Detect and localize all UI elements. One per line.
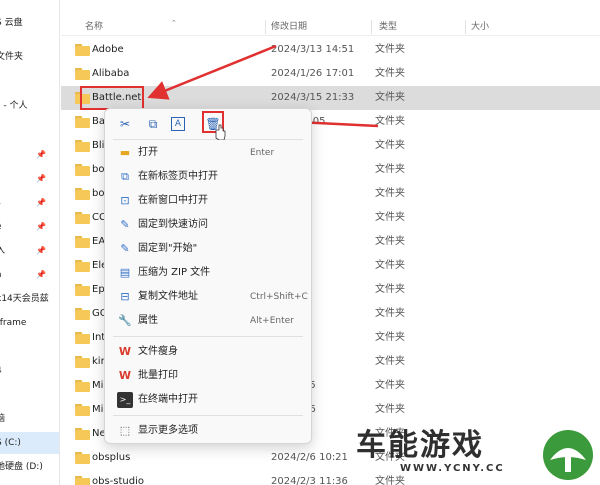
menu-label: 压缩为 ZIP 文件 [138, 267, 211, 278]
menu-item-compress-zip[interactable]: ▤ 压缩为 ZIP 文件 [105, 261, 311, 285]
pin-icon: ✎ [120, 218, 130, 231]
arrow-to-battlenet [147, 44, 277, 100]
copy-icon[interactable]: ⧉ [141, 113, 165, 135]
menu-label: 显示更多选项 [138, 425, 198, 436]
terminal-icon: >_ [117, 392, 133, 408]
menu-shortcut: Alt+Enter [250, 316, 294, 326]
copy-path-icon: ⊟ [120, 290, 130, 303]
menu-item-file-slim[interactable]: W 文件瘦身 [105, 340, 311, 364]
menu-shortcut: Ctrl+Shift+C [250, 292, 308, 302]
menu-item-batch-print[interactable]: W 批量打印 [105, 364, 311, 388]
watermark: 车能游戏 WWW.YCNY.CC [356, 428, 600, 485]
menu-item-open-terminal[interactable]: >_ 在终端中打开 [105, 388, 311, 412]
zip-icon: ▤ [119, 266, 131, 279]
watermark-text: 车能游戏 [356, 428, 484, 463]
wrench-icon: 🔧 [118, 314, 132, 327]
cut-icon[interactable]: ✂ [113, 113, 137, 135]
menu-label: 文件瘦身 [138, 346, 178, 357]
menu-label: 批量打印 [138, 370, 178, 381]
menu-label: 固定到快速访问 [138, 219, 208, 230]
mouse-cursor-icon [215, 124, 226, 140]
menu-item-open-new-tab[interactable]: ⧉ 在新标签页中打开 [105, 165, 311, 189]
menu-item-pin-start[interactable]: ✎ 固定到"开始" [105, 237, 311, 261]
rename-icon[interactable]: A [171, 117, 185, 131]
menu-label: 复制文件地址 [138, 291, 198, 302]
menu-label: 在新标签页中打开 [138, 171, 218, 182]
menu-item-properties[interactable]: 🔧 属性 Alt+Enter [105, 309, 311, 333]
new-window-icon: ⊡ [120, 194, 130, 207]
menu-item-copy-path[interactable]: ⊟ 复制文件地址 Ctrl+Shift+C [105, 285, 311, 309]
menu-item-open[interactable]: ▬ 打开 Enter [105, 141, 311, 165]
menu-label: 打开 [138, 147, 158, 158]
menu-label: 属性 [138, 315, 158, 326]
menu-label: 固定到"开始" [138, 243, 198, 254]
folder-icon: ▬ [119, 146, 131, 159]
menu-divider [113, 415, 303, 416]
watermark-logo-icon [543, 430, 593, 480]
wps-icon: W [118, 345, 132, 358]
wps-icon: W [118, 369, 132, 382]
more-options-icon: ⬚ [119, 424, 131, 437]
file-explorer-window: S 云盘 文件夹 t – - 个人 i 📌 t 📌 s 📌 é 📌 入 📌 â … [0, 0, 600, 485]
menu-divider [113, 139, 303, 140]
menu-item-pin-quick-access[interactable]: ✎ 固定到快速访问 [105, 213, 311, 237]
menu-shortcut: Enter [250, 148, 275, 158]
context-menu: ✂ ⧉ A 🗑 ▬ 打开 Enter ⧉ 在新标签页中打开 ⊡ 在新窗口中打开 … [104, 108, 312, 444]
watermark-url: WWW.YCNY.CC [400, 463, 505, 474]
pin-start-icon: ✎ [120, 242, 130, 255]
menu-label: 在终端中打开 [138, 394, 198, 405]
menu-item-show-more[interactable]: ⬚ 显示更多选项 [105, 419, 311, 443]
new-tab-icon: ⧉ [121, 170, 129, 183]
menu-label: 在新窗口中打开 [138, 195, 208, 206]
menu-item-open-new-window[interactable]: ⊡ 在新窗口中打开 [105, 189, 311, 213]
menu-divider [113, 336, 303, 337]
